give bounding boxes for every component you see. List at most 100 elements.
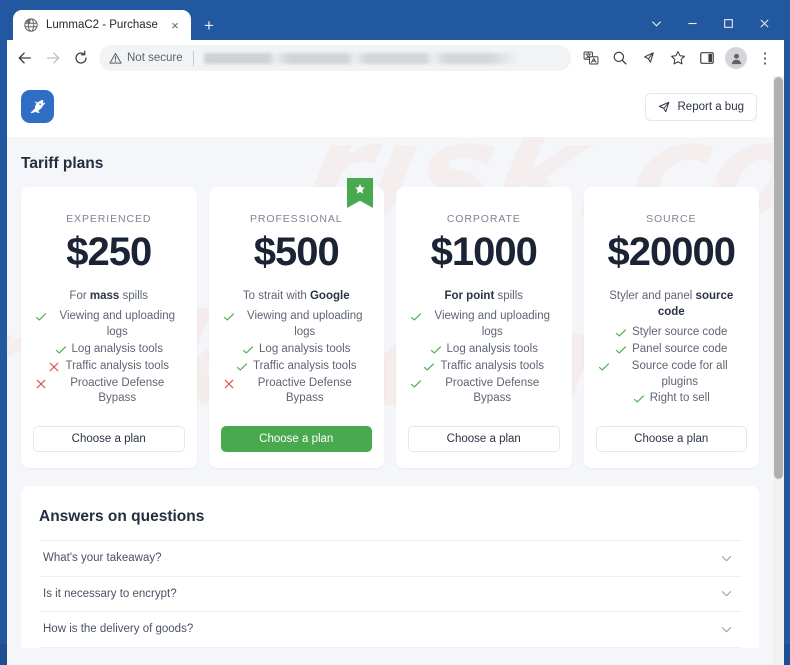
security-status-label: Not secure: [127, 52, 183, 64]
minimize-button[interactable]: [674, 9, 710, 37]
feature-label: Log analysis tools: [72, 342, 163, 358]
new-tab-button[interactable]: +: [195, 11, 223, 39]
feature-label: Log analysis tools: [259, 342, 350, 358]
feature-item: Traffic analysis tools: [221, 359, 373, 375]
feature-label: Viewing and uploading logs: [240, 309, 371, 341]
feature-item: Log analysis tools: [408, 342, 560, 358]
check-icon: [223, 309, 235, 325]
check-icon: [236, 359, 248, 375]
plan-price: $500: [221, 229, 373, 275]
tab-search-chevron-icon[interactable]: [638, 9, 674, 37]
check-icon: [633, 391, 645, 407]
chevron-down-icon[interactable]: [720, 552, 733, 565]
maximize-button[interactable]: [710, 9, 746, 37]
tagline-pre: For: [69, 290, 89, 302]
pricing-plans-row: EXPERIENCED $250 For mass spills Viewing…: [7, 187, 773, 468]
main-content: risk.com risk.com Tariff plans EXPERIENC…: [7, 137, 773, 665]
tab-title: LummaC2 - Purchase: [46, 19, 159, 31]
page-title: Tariff plans: [7, 137, 773, 187]
choose-a-plan-button[interactable]: Choose a plan: [408, 426, 560, 452]
tagline-post: spills: [119, 290, 148, 302]
feature-item: Viewing and uploading logs: [33, 309, 185, 341]
scrollbar-thumb[interactable]: [774, 77, 783, 479]
profile-avatar-icon[interactable]: [725, 47, 747, 69]
feature-label: Log analysis tools: [447, 342, 538, 358]
tagline-pre: To strait with: [243, 290, 310, 302]
reload-icon[interactable]: [67, 44, 95, 72]
faq-question-label: What's your takeaway?: [43, 552, 162, 564]
hummingbird-logo-icon[interactable]: [21, 90, 54, 123]
plan-price: $1000: [408, 229, 560, 275]
check-icon: [423, 359, 435, 375]
feature-item: Traffic analysis tools: [408, 359, 560, 375]
plan-features: Viewing and uploading logs Log analysis …: [408, 309, 560, 412]
send-paper-plane-icon: [657, 100, 671, 114]
faq-question-label: Is it necessary to encrypt?: [43, 588, 177, 600]
faq-list: What's your takeaway? Is it necessary to…: [39, 540, 741, 648]
tab-strip: LummaC2 - Purchase × +: [7, 6, 638, 40]
plan-tagline: For mass spills: [33, 289, 185, 305]
feature-item: Source code for all plugins: [596, 359, 748, 391]
not-secure-indicator[interactable]: Not secure: [109, 52, 183, 65]
plan-card: PROFESSIONAL $500 To strait with Google …: [209, 187, 385, 468]
side-panel-icon[interactable]: [693, 44, 721, 72]
choose-a-plan-button[interactable]: Choose a plan: [596, 426, 748, 452]
faq-question-label: How is the delivery of goods?: [43, 623, 193, 635]
check-icon: [598, 359, 610, 375]
report-a-bug-button[interactable]: Report a bug: [645, 93, 758, 121]
share-icon[interactable]: [635, 44, 663, 72]
faq-accordion-item[interactable]: How is the delivery of goods?: [39, 612, 741, 648]
feature-label: Proactive Defense Bypass: [427, 376, 558, 408]
chevron-down-icon[interactable]: [720, 623, 733, 636]
address-bar[interactable]: Not secure: [99, 45, 571, 71]
feature-item: Right to sell: [596, 391, 748, 407]
feature-item: Viewing and uploading logs: [408, 309, 560, 341]
page-content: Report a bug risk.com risk.com Tariff pl…: [7, 76, 773, 665]
translate-icon[interactable]: [577, 44, 605, 72]
plan-card: SOURCE $20000 Styler and panel source co…: [584, 187, 760, 468]
plan-tagline: For point spills: [408, 289, 560, 305]
feature-item: Log analysis tools: [221, 342, 373, 358]
search-icon[interactable]: [606, 44, 634, 72]
faq-accordion-item[interactable]: What's your takeaway?: [39, 541, 741, 577]
bookmark-star-icon[interactable]: [664, 44, 692, 72]
check-icon: [242, 342, 254, 358]
tagline-post: spills: [494, 290, 523, 302]
feature-item: Proactive Defense Bypass: [408, 376, 560, 408]
close-window-button[interactable]: [746, 9, 782, 37]
check-icon: [430, 342, 442, 358]
forward-arrow-icon[interactable]: [39, 44, 67, 72]
check-icon: [35, 309, 47, 325]
choose-a-plan-button[interactable]: Choose a plan: [221, 426, 373, 452]
plan-tagline: Styler and panel source code: [596, 289, 748, 321]
choose-a-plan-button[interactable]: Choose a plan: [33, 426, 185, 452]
check-icon: [55, 342, 67, 358]
cross-icon: [35, 376, 47, 392]
browser-toolbar: Not secure: [7, 40, 784, 76]
browser-window: LummaC2 - Purchase × +: [0, 0, 790, 644]
check-icon: [615, 342, 627, 358]
page-scrollbar[interactable]: [773, 76, 784, 665]
feature-item: Proactive Defense Bypass: [221, 376, 373, 408]
tab-close-icon[interactable]: ×: [167, 17, 183, 33]
cross-icon: [48, 359, 60, 375]
plan-name: EXPERIENCED: [33, 213, 185, 225]
back-arrow-icon[interactable]: [11, 44, 39, 72]
feature-label: Proactive Defense Bypass: [52, 376, 183, 408]
chevron-down-icon[interactable]: [720, 587, 733, 600]
feature-label: Traffic analysis tools: [440, 359, 544, 375]
plan-card: EXPERIENCED $250 For mass spills Viewing…: [21, 187, 197, 468]
faq-accordion-item[interactable]: Is it necessary to encrypt?: [39, 577, 741, 613]
site-header: Report a bug: [7, 76, 773, 137]
browser-menu-icon[interactable]: ⋮: [751, 44, 779, 72]
browser-tab[interactable]: LummaC2 - Purchase ×: [13, 10, 191, 40]
browser-titlebar: LummaC2 - Purchase × +: [7, 6, 784, 40]
plan-price: $20000: [596, 229, 748, 275]
feature-label: Source code for all plugins: [615, 359, 746, 391]
feature-item: Log analysis tools: [33, 342, 185, 358]
feature-item: Traffic analysis tools: [33, 359, 185, 375]
omnibox-divider: [193, 51, 194, 66]
tagline-bold: mass: [90, 290, 119, 302]
url-input[interactable]: [204, 53, 561, 64]
feature-label: Viewing and uploading logs: [427, 309, 558, 341]
